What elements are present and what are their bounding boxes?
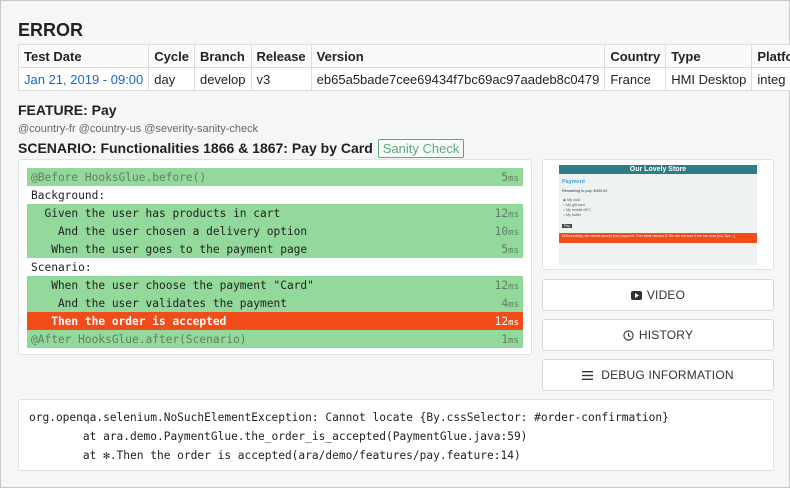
stacktrace-line: org.openqa.selenium.NoSuchElementExcepti… [29,411,669,424]
step-duration: 1ms [501,332,519,346]
mini-page-title: Payment [562,179,585,185]
step-row[interactable]: And the user validates the payment 4ms [27,294,523,312]
cell-platform: integ [751,67,790,91]
header-test-date: Test Date [17,44,150,68]
header-version: Version [310,44,606,68]
step-row[interactable]: And the user chosen a delivery option 10m… [27,222,523,240]
step-section-label: Scenario: [27,258,523,276]
steps-panel: @Before HooksGlue.before() 5ms Background:… [18,159,532,355]
feature-title: FEATURE: Pay [18,102,117,118]
cell-type: HMI Desktop [665,67,753,91]
clock-icon [623,329,634,341]
screenshot-thumbnail[interactable]: Our Lovely Store Payment Remaining to pa… [559,165,757,265]
debug-information-button[interactable]: DEBUG INFORMATION [542,359,774,391]
header-country: Country [604,44,667,68]
header-cycle: Cycle [148,44,195,68]
scenario-header: SCENARIO: Functionalities 1866 & 1867: P… [18,137,465,159]
scenario-title: SCENARIO: Functionalities 1866 & 1867: P… [18,140,373,156]
history-button-label: HISTORY [638,328,694,342]
video-button-label: VIDEO [646,288,686,302]
mini-option: ○ My gift card [563,203,585,207]
step-duration: 10ms [494,224,519,238]
step-duration: 12ms [494,206,519,220]
stacktrace-panel: org.openqa.selenium.NoSuchElementExcepti… [18,399,774,471]
header-branch: Branch [193,44,252,68]
step-duration: 4ms [501,296,519,310]
mini-option: ○ My mobile NFC [563,208,591,212]
step-duration: 5ms [501,242,519,256]
video-button[interactable]: VIDEO [542,279,774,311]
step-duration: 12ms [494,314,519,328]
step-row[interactable]: Then the order is accepted 12ms [27,312,523,330]
header-platform: Platform [751,44,790,68]
step-text: Background: [31,188,106,202]
mini-store-header: Our Lovely Store [559,165,757,174]
video-icon [630,290,642,300]
header-release: Release [250,44,312,68]
mini-option: ○ My butler [563,213,581,217]
hook-step-row[interactable]: @Before HooksGlue.before() 5ms [27,168,523,186]
stacktrace-line: at ✻.Then the order is accepted(ara/demo… [29,449,521,462]
step-text: Scenario: [31,260,92,274]
step-text: When the user goes to the payment page [31,242,308,256]
cell-version: eb65a5bade7cee69434f7bc69ac97aadeb8c0479 [310,67,606,91]
step-text: @After HooksGlue.after(Scenario) [31,332,247,346]
header-type: Type [665,44,753,68]
step-text: @Before HooksGlue.before() [31,170,207,184]
history-button[interactable]: HISTORY [542,319,774,351]
failure-screenshot[interactable]: Our Lovely Store Payment Remaining to pa… [542,159,774,270]
step-text: When the user choose the payment "Card" [31,278,314,292]
step-row[interactable]: Given the user has products in cart 12ms [27,204,523,222]
mini-pay-button: Pay [562,224,573,228]
step-text: Given the user has products in cart [31,206,281,220]
test-date-link[interactable]: Jan 21, 2019 - 09:00 [24,72,143,87]
step-text: And the user validates the payment [31,296,287,310]
debug-button-label: DEBUG INFORMATION [601,368,734,382]
cell-test-date: Jan 21, 2019 - 09:00 [17,67,150,91]
table-row: Jan 21, 2019 - 09:00 day develop v3 eb65… [17,67,790,91]
step-text: Then the order is accepted [31,314,227,328]
run-metadata-table: Test Date Cycle Branch Release Version C… [17,44,790,91]
cell-release: v3 [250,67,312,91]
menu-lines-icon [582,370,594,380]
hook-step-row[interactable]: @After HooksGlue.after(Scenario) 1ms [27,330,523,348]
stacktrace-line: at ara.demo.PaymentGlue.the_order_is_acc… [29,430,528,443]
step-row[interactable]: When the user goes to the payment page 5m… [27,240,523,258]
step-row[interactable]: When the user choose the payment "Card" 1… [27,276,523,294]
step-list: @Before HooksGlue.before() 5ms Background:… [27,168,523,348]
mini-option: ◉ My card [563,198,580,202]
cell-branch: develop [193,67,252,91]
step-section-label: Background: [27,186,523,204]
mini-error-banner: Unfortunately, we cannot accept your pay… [559,233,757,243]
cell-country: France [604,67,667,91]
feature-tags: @country-fr @country-us @severity-sanity… [18,123,259,135]
step-text: And the user chosen a delivery option [31,224,308,238]
severity-badge: Sanity Check [377,138,465,158]
status-heading: ERROR [18,20,84,40]
cell-cycle: day [148,67,195,91]
step-duration: 12ms [494,278,519,292]
mini-remaining-text: Remaining to pay: $499.00 [562,189,608,193]
table-header-row: Test Date Cycle Branch Release Version C… [17,44,790,68]
step-duration: 5ms [501,170,519,184]
